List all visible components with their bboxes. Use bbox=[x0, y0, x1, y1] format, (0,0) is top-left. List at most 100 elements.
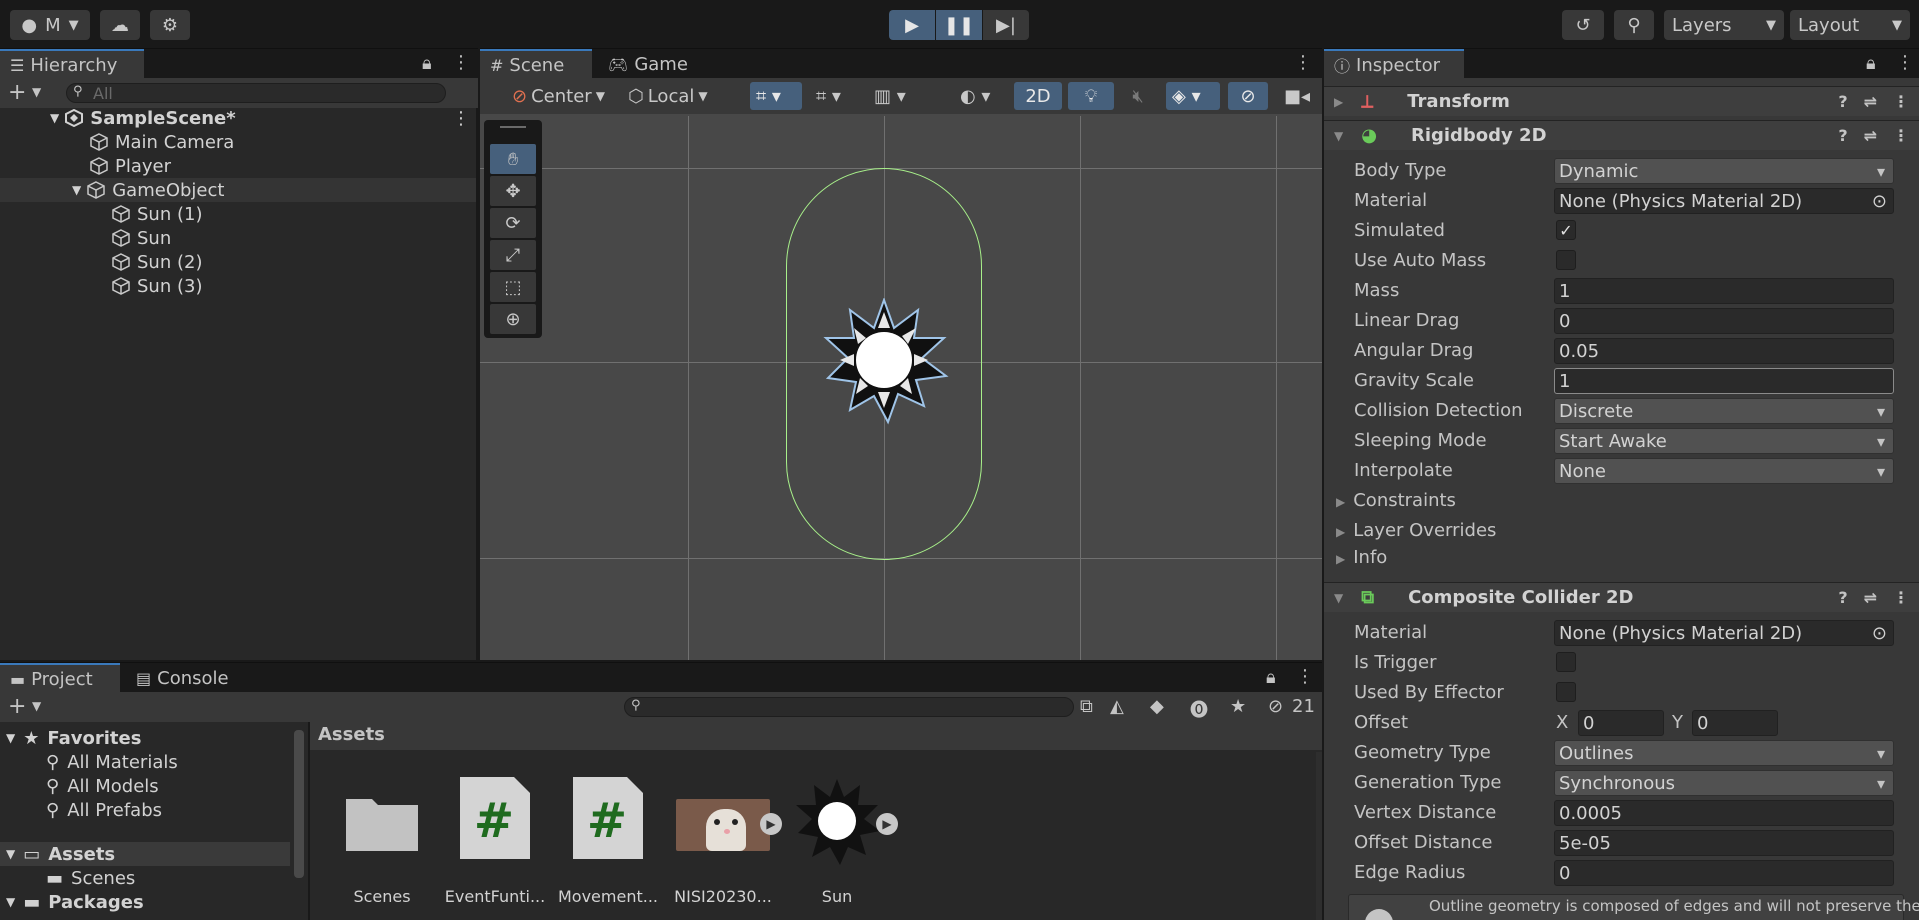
add-icon[interactable]: + bbox=[8, 80, 26, 105]
preset-icon[interactable]: ⇌ bbox=[1864, 92, 1877, 111]
material-field[interactable]: None (Physics Material 2D) ⊙ bbox=[1554, 188, 1894, 214]
services-button[interactable]: ⚙ bbox=[150, 10, 190, 40]
rotate-tool[interactable]: ⟳ bbox=[490, 208, 536, 238]
constraints-foldout[interactable]: ▶ Constraints bbox=[1336, 490, 1456, 511]
offset-y-input[interactable]: 0 bbox=[1692, 710, 1778, 736]
2d-mode-button[interactable]: 2D bbox=[1014, 82, 1062, 110]
layer-overrides-foldout[interactable]: ▶ Layer Overrides bbox=[1336, 520, 1496, 541]
scale-tool[interactable]: ⤢ bbox=[490, 240, 536, 270]
hierarchy-item-player[interactable]: Player bbox=[0, 154, 476, 178]
chevron-down-icon[interactable]: ▼ bbox=[32, 85, 41, 99]
preset-icon[interactable]: ⇌ bbox=[1864, 588, 1877, 607]
geometry-type-dropdown[interactable]: Outlines bbox=[1554, 740, 1894, 766]
hierarchy-item-sun-1[interactable]: Sun (1) bbox=[0, 202, 476, 226]
help-icon[interactable]: ? bbox=[1838, 92, 1847, 111]
history-button[interactable]: ↺ bbox=[1562, 10, 1604, 40]
transform-header[interactable]: ▶ ⟂ Transform ? ⇌ ⋮ bbox=[1324, 86, 1919, 116]
tab-inspector[interactable]: ⓘ Inspector bbox=[1324, 49, 1464, 79]
assets-scrollbar[interactable] bbox=[1316, 752, 1322, 920]
tab-hierarchy[interactable]: ☰ Hierarchy bbox=[0, 49, 144, 79]
filter-type-icon[interactable]: ◭ bbox=[1110, 696, 1124, 717]
help-icon[interactable]: ? bbox=[1838, 588, 1847, 607]
more-menu-icon[interactable]: ⋮ bbox=[1294, 52, 1312, 73]
hierarchy-item-gameobject[interactable]: ▼ GameObject bbox=[0, 178, 476, 202]
hierarchy-item-sun-2[interactable]: Sun (2) bbox=[0, 250, 476, 274]
search-button[interactable]: ⚲ bbox=[1614, 10, 1654, 40]
expand-icon[interactable]: ▶ bbox=[760, 813, 782, 835]
favorite-item[interactable]: ⚲ All Prefabs bbox=[46, 798, 162, 822]
step-button[interactable]: ▶| bbox=[983, 10, 1029, 40]
hierarchy-item-sun[interactable]: Sun bbox=[0, 226, 476, 250]
info-foldout[interactable]: ▶ Info bbox=[1336, 547, 1387, 568]
generation-type-dropdown[interactable]: Synchronous bbox=[1554, 770, 1894, 796]
body-type-dropdown[interactable]: Dynamic bbox=[1554, 158, 1894, 184]
favorite-item[interactable]: ⚲ All Materials bbox=[46, 750, 178, 774]
effects-button[interactable]: ◈ ▾ bbox=[1166, 82, 1220, 110]
tree-scrollbar[interactable] bbox=[294, 730, 304, 878]
rect-tool[interactable]: ⬚ bbox=[490, 272, 536, 302]
layout-dropdown[interactable]: Layout ▼ bbox=[1790, 10, 1910, 40]
favorite-item[interactable]: ⚲ All Models bbox=[46, 774, 159, 798]
interpolate-dropdown[interactable]: None bbox=[1554, 458, 1894, 484]
lighting-button[interactable]: 💡︎ bbox=[1068, 82, 1114, 110]
tab-scene[interactable]: # Scene bbox=[480, 49, 592, 79]
layers-dropdown[interactable]: Layers ▼ bbox=[1664, 10, 1784, 40]
sleeping-mode-dropdown[interactable]: Start Awake bbox=[1554, 428, 1894, 454]
search-options-icon[interactable]: ⧉ bbox=[1080, 696, 1093, 717]
tab-game[interactable]: 🎮︎ Game bbox=[598, 49, 698, 79]
gravity-scale-input[interactable]: 1 bbox=[1554, 368, 1894, 394]
auto-mass-checkbox[interactable] bbox=[1556, 250, 1576, 270]
account-dropdown[interactable]: ● M ▼ bbox=[10, 10, 90, 40]
lock-icon[interactable]: 🔒︎ bbox=[1866, 53, 1876, 74]
transform-tool[interactable]: ⊕ bbox=[490, 304, 536, 334]
rigidbody-header[interactable]: ▼ ◕ Rigidbody 2D ? ⇌ ⋮ bbox=[1324, 120, 1919, 150]
project-search-input[interactable]: ⚲ bbox=[624, 697, 1074, 717]
simulated-checkbox[interactable]: ✓ bbox=[1556, 220, 1576, 240]
collision-detection-dropdown[interactable]: Discrete bbox=[1554, 398, 1894, 424]
breadcrumb-assets[interactable]: Assets bbox=[318, 724, 385, 745]
hierarchy-search-input[interactable]: ⚲ All bbox=[66, 83, 446, 103]
hierarchy-item-main-camera[interactable]: Main Camera bbox=[0, 130, 476, 154]
pivot-rotation-dropdown[interactable]: ⬡ Local ▼ bbox=[622, 82, 722, 110]
more-menu-icon[interactable]: ⋮ bbox=[1893, 92, 1909, 111]
object-picker-icon[interactable]: ⊙ bbox=[1872, 623, 1887, 644]
hand-tool[interactable]: ✋︎ bbox=[490, 144, 536, 174]
packages-folder-row[interactable]: ▼ ▬ Packages bbox=[6, 890, 144, 914]
hierarchy-item-sun-3[interactable]: Sun (3) bbox=[0, 274, 476, 298]
increment-snap-button[interactable]: ⌗ ▾ bbox=[810, 82, 860, 110]
move-tool[interactable]: ✥ bbox=[490, 176, 536, 206]
camera-button[interactable]: ■◂ bbox=[1278, 82, 1322, 110]
drag-handle[interactable] bbox=[500, 126, 526, 128]
cloud-button[interactable]: ☁ bbox=[100, 10, 140, 40]
angular-drag-input[interactable]: 0.05 bbox=[1554, 338, 1894, 364]
scenes-folder-row[interactable]: ▬ Scenes bbox=[46, 866, 135, 890]
assets-folder-row[interactable]: ▼ ▭ Assets bbox=[0, 842, 290, 866]
pivot-mode-dropdown[interactable]: ⊘ Center ▼ bbox=[506, 82, 616, 110]
grid-snap-button[interactable]: ⌗ ▾ bbox=[750, 82, 802, 110]
is-trigger-checkbox[interactable] bbox=[1556, 652, 1576, 672]
label-icon[interactable]: ◆ bbox=[1150, 696, 1164, 717]
sun-sprite[interactable] bbox=[818, 298, 950, 428]
edge-radius-input[interactable]: 0 bbox=[1554, 860, 1894, 886]
favorites-row[interactable]: ▼ ★ Favorites bbox=[6, 726, 141, 750]
offset-x-input[interactable]: 0 bbox=[1578, 710, 1664, 736]
grid-visibility-button[interactable]: ▥ ▾ bbox=[868, 82, 924, 110]
collider-material-field[interactable]: None (Physics Material 2D) ⊙ bbox=[1554, 620, 1894, 646]
more-menu-icon[interactable]: ⋮ bbox=[1893, 126, 1909, 145]
vertex-distance-input[interactable]: 0.0005 bbox=[1554, 800, 1894, 826]
more-menu-icon[interactable]: ⋮ bbox=[1893, 588, 1909, 607]
preset-icon[interactable]: ⇌ bbox=[1864, 126, 1877, 145]
shading-mode-button[interactable]: ◐ ▾ bbox=[954, 82, 1010, 110]
lock-icon[interactable]: 🔒︎ bbox=[1266, 667, 1276, 688]
composite-collider-header[interactable]: ▼ ⧉ Composite Collider 2D ? ⇌ ⋮ bbox=[1324, 582, 1919, 612]
audio-button[interactable]: 🔇︎ bbox=[1118, 82, 1158, 110]
tab-console[interactable]: ▤ Console bbox=[126, 663, 246, 693]
tab-project[interactable]: ▬ Project bbox=[0, 663, 120, 693]
warning-filter-icon[interactable]: ⓿ bbox=[1190, 696, 1208, 722]
more-menu-icon[interactable]: ⋮ bbox=[1296, 666, 1314, 687]
more-menu-icon[interactable]: ⋮ bbox=[452, 52, 470, 73]
star-icon[interactable]: ★ bbox=[1230, 696, 1246, 717]
object-picker-icon[interactable]: ⊙ bbox=[1872, 191, 1887, 212]
pause-button[interactable]: ❚❚ bbox=[936, 10, 982, 40]
add-icon[interactable]: + bbox=[8, 694, 26, 719]
